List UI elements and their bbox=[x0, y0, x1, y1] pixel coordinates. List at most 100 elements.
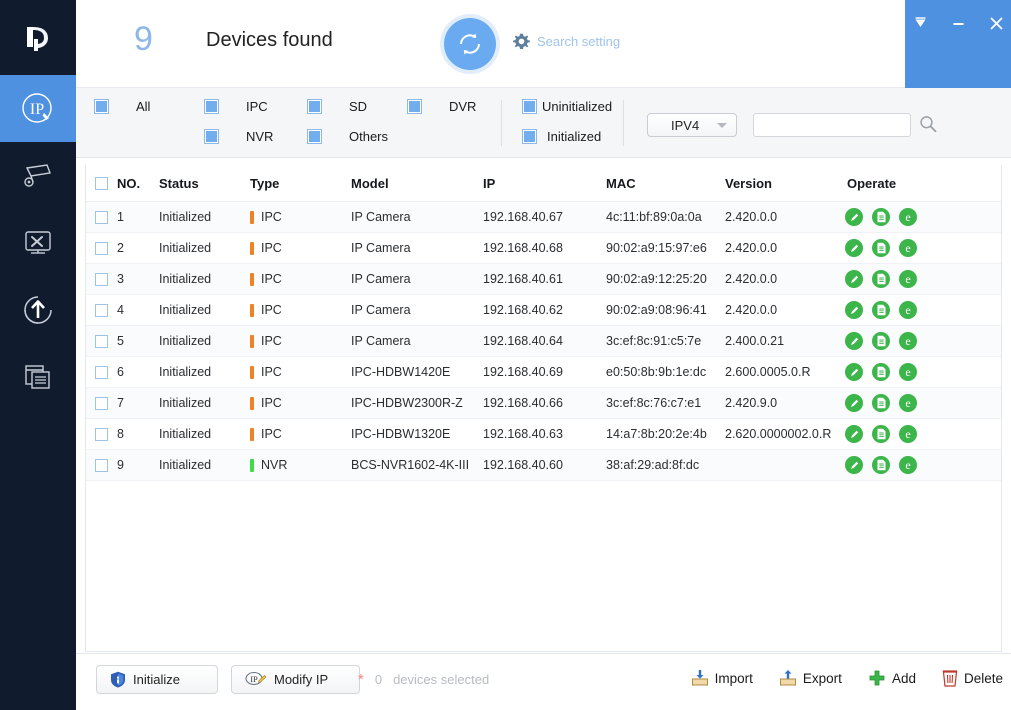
checkbox-box[interactable] bbox=[307, 99, 322, 114]
row-select-cell[interactable] bbox=[86, 334, 117, 348]
checkbox-box[interactable] bbox=[407, 99, 422, 114]
row-select-cell[interactable] bbox=[86, 303, 117, 317]
table-header-row: NO. Status Type Model IP MAC Version Ope… bbox=[86, 165, 1001, 202]
table-row[interactable]: 3 Initialized IPC IP Camera 192.168.40.61 90:… bbox=[86, 264, 1001, 295]
edit-pencil-icon[interactable] bbox=[845, 456, 863, 474]
cell-mac: 14:a7:8b:20:2e:4b bbox=[606, 427, 707, 441]
import-button[interactable]: Import bbox=[691, 669, 753, 687]
row-checkbox[interactable] bbox=[95, 427, 108, 441]
details-document-icon[interactable] bbox=[872, 425, 890, 443]
row-checkbox[interactable] bbox=[95, 334, 108, 348]
web-browser-icon[interactable]: e bbox=[899, 270, 917, 288]
checkbox-box[interactable] bbox=[522, 99, 537, 114]
details-document-icon[interactable] bbox=[872, 239, 890, 257]
table-row[interactable]: 5 Initialized IPC IP Camera 192.168.40.64 3c:… bbox=[86, 326, 1001, 357]
filter-checkbox-nvr[interactable]: NVR bbox=[204, 129, 273, 144]
sidebar-item-device-config[interactable] bbox=[0, 142, 76, 209]
table-row[interactable]: 7 Initialized IPC IPC-HDBW2300R-Z 192.168.40… bbox=[86, 388, 1001, 419]
chevron-down-icon bbox=[717, 123, 727, 128]
web-browser-icon[interactable]: e bbox=[899, 425, 917, 443]
row-checkbox[interactable] bbox=[95, 365, 108, 379]
sidebar-item-device-tools[interactable] bbox=[0, 209, 76, 276]
edit-pencil-icon[interactable] bbox=[845, 394, 863, 412]
details-document-icon[interactable] bbox=[872, 270, 890, 288]
row-checkbox[interactable] bbox=[95, 210, 108, 224]
column-header-mac: MAC bbox=[606, 175, 636, 191]
row-checkbox[interactable] bbox=[95, 241, 108, 255]
filter-checkbox-ipc[interactable]: IPC bbox=[204, 99, 268, 114]
select-all-cell[interactable] bbox=[86, 176, 117, 190]
filter-checkbox-dvr[interactable]: DVR bbox=[407, 99, 476, 114]
minimize-button[interactable] bbox=[947, 13, 969, 33]
checkbox-box[interactable] bbox=[204, 99, 219, 114]
web-browser-icon[interactable]: e bbox=[899, 208, 917, 226]
search-submit-button[interactable] bbox=[918, 114, 938, 139]
table-row[interactable]: 2 Initialized IPC IP Camera 192.168.40.68 90:… bbox=[86, 233, 1001, 264]
edit-pencil-icon[interactable] bbox=[845, 270, 863, 288]
edit-pencil-icon[interactable] bbox=[845, 363, 863, 381]
web-browser-icon[interactable]: e bbox=[899, 332, 917, 350]
filter-checkbox-all[interactable]: All bbox=[94, 99, 150, 114]
delete-button[interactable]: Delete bbox=[942, 669, 1003, 687]
details-document-icon[interactable] bbox=[872, 332, 890, 350]
row-checkbox[interactable] bbox=[95, 396, 108, 410]
type-color-bar bbox=[250, 334, 254, 348]
sidebar-item-device-logs[interactable] bbox=[0, 343, 76, 410]
search-setting-button[interactable]: Search setting bbox=[513, 33, 620, 50]
select-all-checkbox[interactable] bbox=[95, 176, 108, 190]
row-select-cell[interactable] bbox=[86, 241, 117, 255]
close-button[interactable] bbox=[985, 13, 1007, 33]
edit-pencil-icon[interactable] bbox=[845, 332, 863, 350]
row-select-cell[interactable] bbox=[86, 272, 117, 286]
table-row[interactable]: 1 Initialized IPC IP Camera 192.168.40.67 4c:… bbox=[86, 202, 1001, 233]
web-browser-icon[interactable]: e bbox=[899, 456, 917, 474]
row-checkbox[interactable] bbox=[95, 272, 108, 286]
details-document-icon[interactable] bbox=[872, 301, 890, 319]
details-document-icon[interactable] bbox=[872, 394, 890, 412]
checkbox-box[interactable] bbox=[307, 129, 322, 144]
web-browser-icon[interactable]: e bbox=[899, 394, 917, 412]
row-checkbox[interactable] bbox=[95, 303, 108, 317]
table-row[interactable]: 9 Initialized NVR BCS-NVR1602-4K-III 192.168… bbox=[86, 450, 1001, 481]
web-browser-icon[interactable]: e bbox=[899, 301, 917, 319]
table-row[interactable]: 4 Initialized IPC IP Camera 192.168.40.62 90:… bbox=[86, 295, 1001, 326]
trash-icon bbox=[942, 670, 958, 687]
refresh-button[interactable] bbox=[444, 18, 496, 70]
details-document-icon[interactable] bbox=[872, 363, 890, 381]
row-select-cell[interactable] bbox=[86, 458, 117, 472]
pin-dropdown-button[interactable] bbox=[909, 13, 931, 33]
checkbox-box[interactable] bbox=[204, 129, 219, 144]
edit-pencil-icon[interactable] bbox=[845, 425, 863, 443]
filter-checkbox-uninitialized[interactable]: Uninitialized bbox=[522, 99, 612, 114]
initialize-button[interactable]: Initialize bbox=[96, 665, 218, 694]
protocol-select[interactable]: IPV4 bbox=[647, 113, 737, 137]
details-document-icon[interactable] bbox=[872, 456, 890, 474]
row-checkbox[interactable] bbox=[95, 458, 108, 472]
table-row[interactable]: 8 Initialized IPC IPC-HDBW1320E 192.168.40.6… bbox=[86, 419, 1001, 450]
cell-operate: e bbox=[845, 363, 975, 381]
table-row[interactable]: 6 Initialized IPC IPC-HDBW1420E 192.168.40.6… bbox=[86, 357, 1001, 388]
row-select-cell[interactable] bbox=[86, 427, 117, 441]
row-select-cell[interactable] bbox=[86, 365, 117, 379]
export-button[interactable]: Export bbox=[779, 669, 842, 687]
add-button[interactable]: Add bbox=[868, 669, 916, 687]
column-header-model: Model bbox=[351, 175, 389, 191]
edit-pencil-icon[interactable] bbox=[845, 301, 863, 319]
sidebar-item-device-ip-modify[interactable]: IP bbox=[0, 75, 76, 142]
edit-pencil-icon[interactable] bbox=[845, 239, 863, 257]
sidebar-item-device-upgrade[interactable] bbox=[0, 276, 76, 343]
row-select-cell[interactable] bbox=[86, 210, 117, 224]
modify-ip-button[interactable]: IP Modify IP bbox=[231, 665, 360, 694]
row-select-cell[interactable] bbox=[86, 396, 117, 410]
edit-pencil-icon[interactable] bbox=[845, 208, 863, 226]
web-browser-icon[interactable]: e bbox=[899, 363, 917, 381]
filter-checkbox-sd[interactable]: SD bbox=[307, 99, 367, 114]
column-header-status: Status bbox=[159, 175, 199, 191]
checkbox-box[interactable] bbox=[522, 129, 537, 144]
checkbox-box[interactable] bbox=[94, 99, 109, 114]
web-browser-icon[interactable]: e bbox=[899, 239, 917, 257]
search-input[interactable] bbox=[753, 113, 911, 137]
filter-checkbox-others[interactable]: Others bbox=[307, 129, 388, 144]
details-document-icon[interactable] bbox=[872, 208, 890, 226]
filter-checkbox-initialized[interactable]: Initialized bbox=[522, 129, 601, 144]
